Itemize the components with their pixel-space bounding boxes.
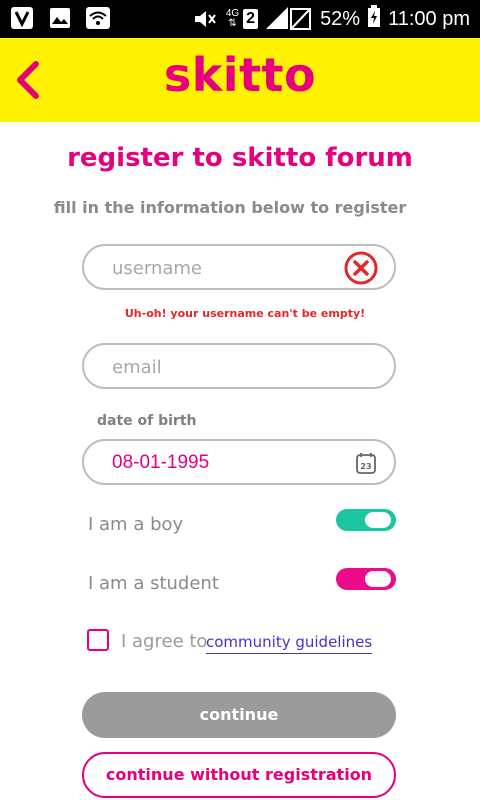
wifi-icon <box>86 6 110 30</box>
dob-field[interactable]: 08-01-1995 23 <box>82 439 396 485</box>
page-subtitle: fill in the information below to registe… <box>53 198 407 217</box>
continue-button[interactable]: continue <box>82 692 396 738</box>
battery-percent: 52% <box>320 7 361 30</box>
gallery-icon <box>48 6 72 30</box>
username-field[interactable] <box>82 244 396 290</box>
page-title: register to skitto forum <box>67 143 413 173</box>
toggle-knob <box>365 571 391 587</box>
sim-badge: 2 <box>243 9 259 29</box>
agree-checkbox[interactable] <box>87 629 109 651</box>
boy-toggle[interactable] <box>336 509 396 531</box>
student-toggle-label: I am a student <box>88 573 219 594</box>
student-toggle[interactable] <box>336 568 396 590</box>
calendar-day: 23 <box>360 462 371 471</box>
mute-icon <box>192 8 218 30</box>
status-right: 4G ⇅ 2 52% 11:00 pm <box>192 5 470 33</box>
email-input[interactable] <box>110 345 354 389</box>
v-app-icon <box>10 6 34 30</box>
battery-icon <box>368 5 381 33</box>
clock: 11:00 pm <box>388 7 470 30</box>
dob-value[interactable]: 08-01-1995 <box>112 452 209 474</box>
skitto-logo: skitto <box>163 48 317 102</box>
agree-text: I agree to <box>121 631 208 652</box>
toggle-knob <box>365 512 391 528</box>
boy-toggle-label: I am a boy <box>88 514 184 535</box>
app-header: skitto <box>0 38 480 122</box>
signal-icon <box>266 7 312 31</box>
network-indicator: 4G ⇅ <box>226 9 239 29</box>
continue-without-registration-button[interactable]: continue without registration <box>82 752 396 798</box>
username-input[interactable] <box>110 246 354 290</box>
community-guidelines-link[interactable]: community guidelines <box>206 633 373 654</box>
data-arrows-icon: ⇅ <box>228 18 237 29</box>
status-left-icons <box>10 6 110 30</box>
error-x-icon[interactable] <box>344 251 378 285</box>
dob-label: date of birth <box>97 413 197 429</box>
email-field[interactable] <box>82 343 396 389</box>
calendar-icon[interactable]: 23 <box>356 452 376 474</box>
username-error: Uh-oh! your username can't be empty! <box>124 307 366 320</box>
status-bar: 4G ⇅ 2 52% 11:00 pm <box>0 0 480 38</box>
